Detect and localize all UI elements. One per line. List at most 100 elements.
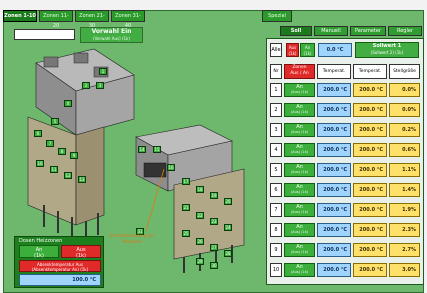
tab-zonen-1-10[interactable]: Zonen 1-10 [3,10,37,22]
zone-marker[interactable]: 6 [34,130,42,137]
vorwahl-button[interactable]: Vorwahl Ein (Vorwahl Aus) (1k) [80,27,143,43]
col-zone-header: Zonen Aus / An [284,64,315,79]
alle-an-button[interactable]: An (1k) [300,43,315,57]
zone-marker[interactable]: 25 [182,230,190,237]
setpoint-field[interactable]: 200.0 °C [317,123,351,137]
zone-marker[interactable]: 11 [50,166,58,173]
vorwahl-sublabel: (Vorwahl Aus) (1k) [93,36,130,41]
zone-toggle-button[interactable]: An (Aus) (1k) [284,83,315,97]
zone-toggle-button[interactable]: An (Aus) (1k) [284,263,315,277]
actual-temp-field: 200.0 °C [353,163,387,177]
zone-marker[interactable]: 12 [64,172,72,179]
zone-toggle-button[interactable]: An (Aus) (1k) [284,143,315,157]
zone-input-field[interactable] [14,29,75,40]
zone-toggle-button[interactable]: An (Aus) (1k) [284,103,315,117]
zone-marker[interactable]: 3 [96,82,104,89]
absenktemperatur-button[interactable]: Absenktemperatur Aus (Absenktemperatur A… [19,260,101,272]
setpoint-field[interactable]: 200.0 °C [317,83,351,97]
alle-button[interactable]: Alle [270,43,282,57]
zone-marker[interactable]: 26 [196,238,204,245]
row-nr: 4 [270,143,282,157]
row-nr: 3 [270,123,282,137]
setpoint-field[interactable]: 200.0 °C [317,263,351,277]
zone-marker[interactable]: 9 [70,152,78,159]
setpoint-field[interactable]: 200.0 °C [317,243,351,257]
alle-aus-sub: (1k) [288,51,297,56]
row-nr: 9 [270,243,282,257]
setpoint-field[interactable]: 200.0 °C [317,203,351,217]
output-field: 1.4% [389,183,420,197]
callout-note: Schnittdarstellung der Heizzonen [109,233,155,244]
zone-marker[interactable]: 20 [224,198,232,205]
zone-marker[interactable]: 24 [224,224,232,231]
zone-marker[interactable]: 23 [210,218,218,225]
zone-marker[interactable]: 17 [182,178,190,185]
zone-marker[interactable]: 22 [196,212,204,219]
setpoint-field[interactable]: 200.0 °C [317,223,351,237]
col-temp-header-2: Temperat. [353,64,387,79]
dosen-an-sub: (1k) [34,253,44,259]
actual-temp-field: 200.0 °C [353,263,387,277]
dosen-aus-button[interactable]: Aus (1k) [61,245,101,259]
zone-marker[interactable]: 14 [138,146,146,153]
dosen-an-button[interactable]: An (1k) [19,245,59,259]
zone-marker[interactable]: 2 [82,82,90,89]
zone-toggle-button[interactable]: An (Aus) (1k) [284,203,315,217]
row-nr: 5 [270,163,282,177]
zone-toggle-button[interactable]: An (Aus) (1k) [284,183,315,197]
right-panel-tabs: Soll Manuell Parameter Regler [272,26,424,36]
tab-parameter[interactable]: Parameter [350,26,386,36]
tab-regler[interactable]: Regler [388,26,422,36]
tab-manuell[interactable]: Manuell [314,26,348,36]
row-nr: 7 [270,203,282,217]
alle-temperature-field[interactable]: 0.0 °C [318,43,352,57]
zone-marker[interactable]: 16 [167,164,175,171]
tab-spezial[interactable]: Spezial [262,10,292,22]
alle-aus-button[interactable]: Aus (1k) [286,43,299,57]
table-row: 7 An (Aus) (1k) 200.0 °C 200.0 °C 1.9% [270,203,420,217]
zone-marker[interactable]: 19 [210,192,218,199]
zone-marker[interactable]: 21 [182,204,190,211]
table-row: 8 An (Aus) (1k) 200.0 °C 200.0 °C 2.3% [270,223,420,237]
zone-marker[interactable]: 29 [196,258,204,265]
zone-marker[interactable]: 1 [99,68,107,75]
zone-toggle-button[interactable]: An (Aus) (1k) [284,223,315,237]
tab-zonen-31-40[interactable]: Zonen 31-40 [111,10,145,29]
zone-marker[interactable]: 8 [58,148,66,155]
table-row: 3 An (Aus) (1k) 200.0 °C 200.0 °C 0.2% [270,123,420,137]
tab-soll[interactable]: Soll [280,26,312,36]
zone-control-panel: Alle Aus (1k) An (1k) 0.0 °C Sollwert 1 … [266,38,424,285]
output-field: 1.1% [389,163,420,177]
zone-marker[interactable]: 13 [78,176,86,183]
zone-toggle-button[interactable]: An (Aus) (1k) [284,123,315,137]
zone-marker[interactable]: 28 [224,250,232,257]
actual-temp-field: 200.0 °C [353,83,387,97]
zone-toggle-button[interactable]: An (Aus) (1k) [284,243,315,257]
dosen-temperature-field[interactable]: 100.0 °C [19,274,101,286]
output-field: 3.0% [389,263,420,277]
zone-marker[interactable]: 30 [210,262,218,269]
zone-marker[interactable]: 27 [210,244,218,251]
actual-temp-field: 200.0 °C [353,103,387,117]
alle-an-sub: (1k) [303,51,312,56]
setpoint-field[interactable]: 200.0 °C [317,163,351,177]
zone-marker[interactable]: 5 [51,118,59,125]
tab-zonen-11-20[interactable]: Zonen 11-20 [39,10,73,29]
sollwert-button[interactable]: Sollwert 1 (Sollwert 2) (1k) [355,42,419,58]
zone-marker[interactable]: 10 [36,160,44,167]
setpoint-field[interactable]: 200.0 °C [317,103,351,117]
zone-marker[interactable]: 15 [153,146,161,153]
col-temp-header: Temperat. [317,64,351,79]
tab-zonen-21-30[interactable]: Zonen 21-30 [75,10,109,29]
row-nr: 2 [270,103,282,117]
dosen-aus-sub: (1k) [76,253,86,259]
zone-marker[interactable]: 7 [46,140,54,147]
setpoint-field[interactable]: 200.0 °C [317,143,351,157]
zone-marker[interactable]: 18 [196,186,204,193]
output-field: 0.0% [389,103,420,117]
zone-toggle-button[interactable]: An (Aus) (1k) [284,163,315,177]
vorwahl-label: Vorwahl Ein [91,28,132,35]
setpoint-field[interactable]: 200.0 °C [317,183,351,197]
zone-marker[interactable]: 4 [64,100,72,107]
row-nr: 6 [270,183,282,197]
